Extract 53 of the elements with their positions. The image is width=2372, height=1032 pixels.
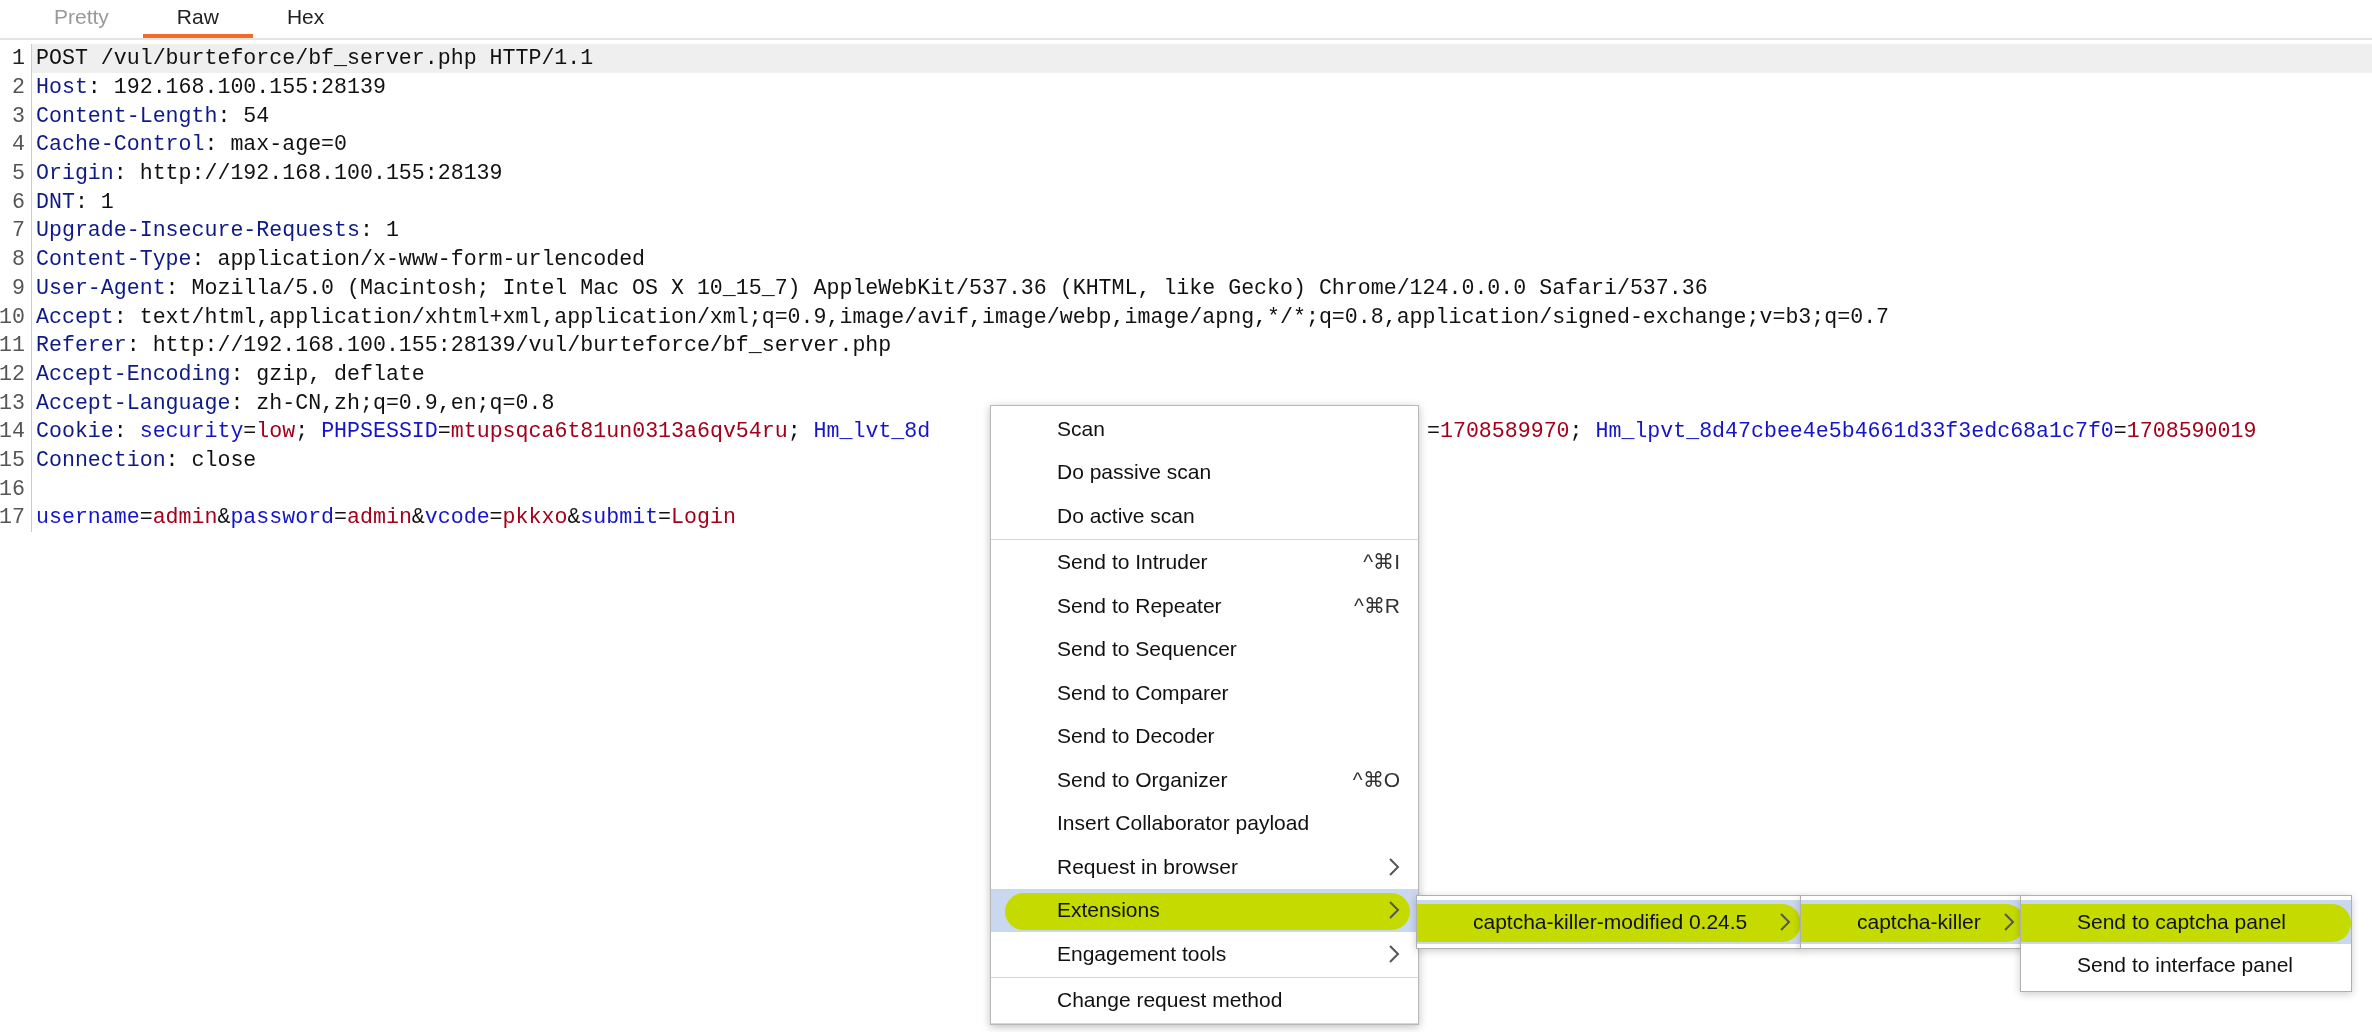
code-line: Accept-Encoding: gzip, deflate	[36, 361, 425, 386]
shortcut-text: ^⌘I	[1363, 550, 1400, 575]
shortcut-text: ^⌘R	[1353, 593, 1400, 618]
menu-item[interactable]: Send to captcha panel	[2021, 900, 2351, 944]
code-line: Cookie: security=low; PHPSESSID=mtupsqca6t81un0313a6qv54ru; Hm_lvt_8d	[36, 419, 931, 444]
menu-item[interactable]: Send to Comparer	[991, 671, 1418, 715]
menu-item[interactable]: captcha-killer-modified 0.24.5	[1417, 900, 1801, 944]
code-line: Accept: text/html,application/xhtml+xml,application/xml;q=0.9,image/avif,image/webp,image/apng,*/*;q=0.8,application/signed-exchange;v=b3;q=0.7	[36, 304, 1890, 329]
code-line: Upgrade-Insecure-Requests: 1	[36, 218, 399, 243]
menu-item[interactable]: Insert Collaborator payload	[991, 801, 1418, 845]
menu-item[interactable]: Send to interface panel	[2021, 943, 2351, 987]
code-line: Cache-Control: max-age=0	[36, 132, 347, 157]
menu-item[interactable]: Send to Intruder ^⌘I	[991, 540, 1418, 584]
line-number: 13	[0, 388, 32, 417]
code-line: Origin: http://192.168.100.155:28139	[36, 161, 503, 186]
menu-item[interactable]: Send to Sequencer	[991, 627, 1418, 671]
line-number: 11	[0, 330, 32, 360]
code-line: Content-Length: 54	[36, 103, 270, 128]
menu-item[interactable]: Do passive scan	[991, 450, 1418, 494]
menu-item[interactable]: Do active scan	[991, 494, 1418, 538]
code-line: Content-Type: application/x-www-form-urlencoded	[36, 247, 646, 272]
line-number: 12	[0, 359, 32, 389]
chevron-right-icon	[1388, 856, 1400, 877]
code-line: Host: 192.168.100.155:28139	[36, 75, 386, 100]
menu-item[interactable]: Engagement tools	[991, 932, 1418, 976]
line-number: 16	[0, 474, 32, 503]
line-number: 15	[0, 445, 32, 475]
menu-item[interactable]: Change request method	[991, 978, 1418, 1022]
code-line: User-Agent: Mozilla/5.0 (Macintosh; Intel Mac OS X 10_15_7) AppleWebKit/537.36 (KHTML, like Gecko) Chrome/124.0.0.0 Safari/537.36	[36, 275, 1708, 300]
code-line: username=admin&password=admin&vcode=pkkxo&submit=Login	[36, 505, 736, 530]
tab[interactable]: Hex	[252, 0, 359, 38]
code-line: Connection: close	[36, 447, 257, 472]
code-text: =1708589970; Hm_lpvt_8d47cbee4e5b4661d33f3edc68a1c7f0=1708590019	[1427, 419, 2257, 444]
menu-item[interactable]: Extensions	[991, 888, 1418, 932]
chevron-right-icon	[1388, 900, 1400, 921]
chevron-right-icon	[2003, 911, 2015, 932]
line-number: 17	[0, 503, 32, 532]
shortcut-text: ^⌘O	[1352, 767, 1400, 792]
code-line: Accept-Language: zh-CN,zh;q=0.9,en;q=0.8	[36, 390, 555, 415]
menu-item[interactable]: Send to Repeater ^⌘R	[991, 584, 1418, 628]
code-line: Referer: http://192.168.100.155:28139/vul/burteforce/bf_server.php	[36, 333, 892, 358]
chevron-right-icon	[1779, 911, 1791, 932]
chevron-right-icon	[1388, 943, 1400, 964]
tab[interactable]: Raw	[142, 0, 253, 38]
menu-item[interactable]: Send to Decoder	[991, 714, 1418, 758]
line-number: 14	[0, 416, 32, 446]
menu-item[interactable]: Scan	[991, 407, 1418, 451]
menu-item[interactable]: Send to Organizer ^⌘O	[991, 758, 1418, 802]
code-line: POST /vul/burteforce/bf_server.php HTTP/1.1	[36, 46, 594, 71]
line-number: 10	[0, 302, 32, 331]
line-number: 1	[0, 44, 32, 73]
code-line: DNT: 1	[36, 189, 114, 214]
menu-item[interactable]: Request in browser	[991, 845, 1418, 889]
